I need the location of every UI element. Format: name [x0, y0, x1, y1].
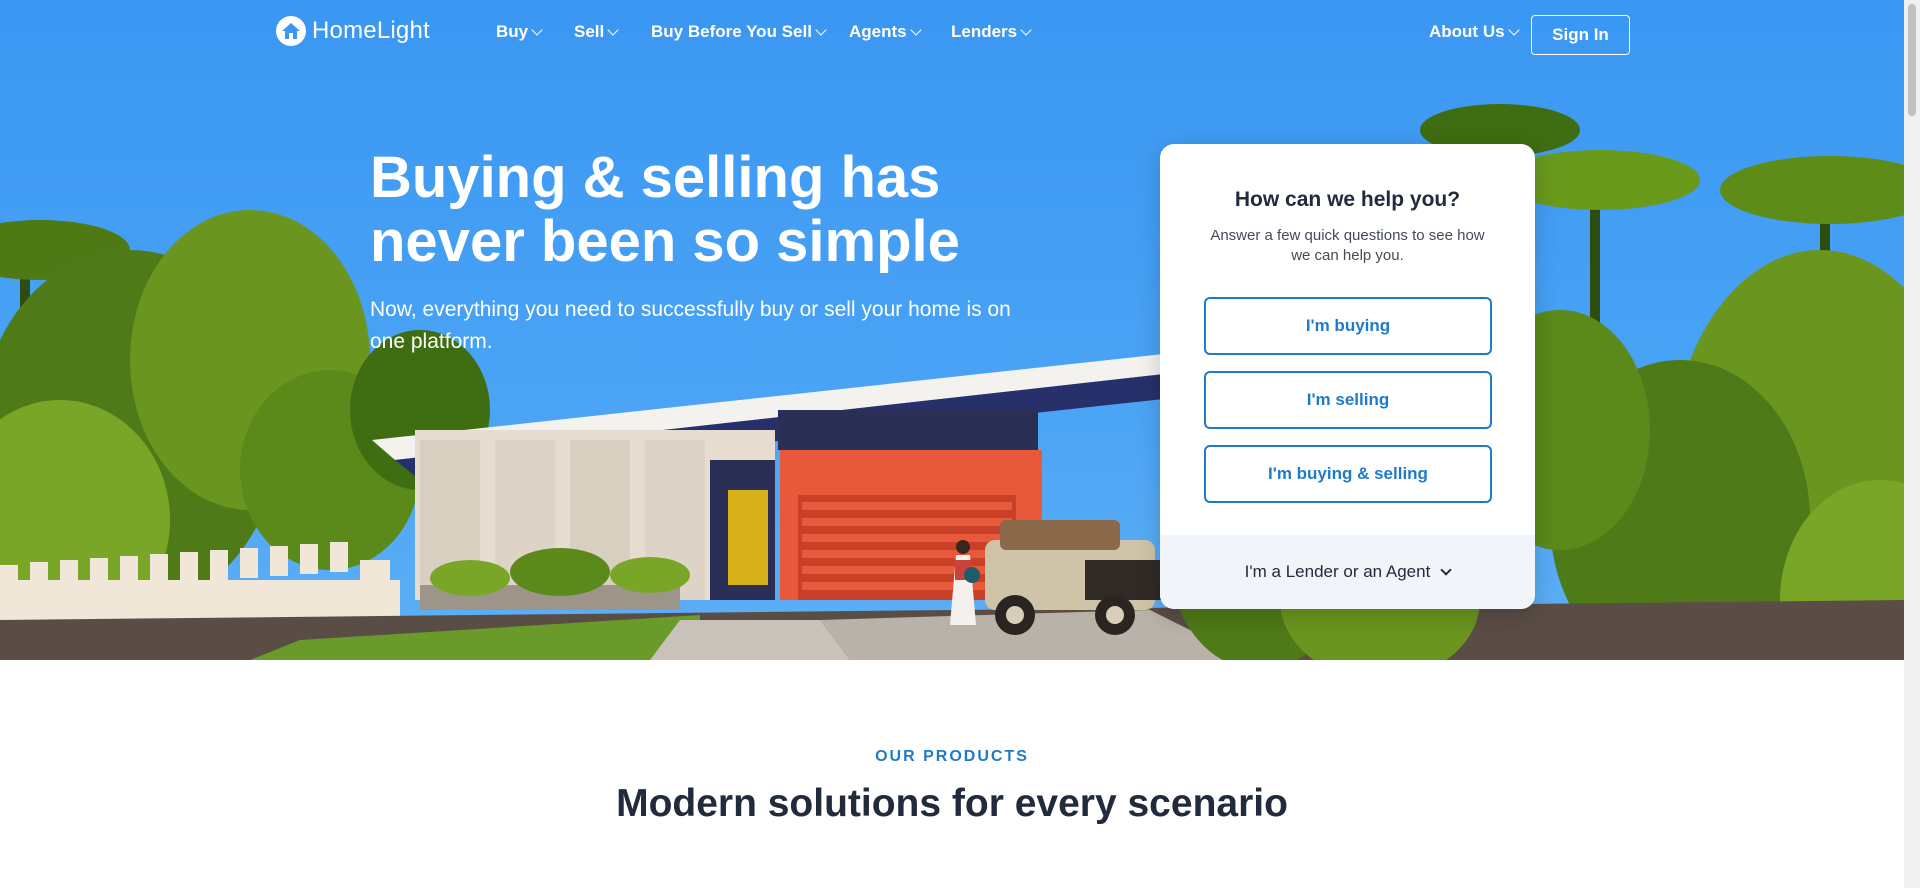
nav-item-label: Sell: [574, 22, 605, 41]
chevron-down-icon: [1507, 24, 1520, 36]
help-card: How can we help you? Answer a few quick …: [1160, 144, 1535, 609]
hero-headline: Buying & selling has never been so simpl…: [370, 146, 1010, 274]
front-door: [728, 490, 768, 585]
lender-agent-toggle[interactable]: I'm a Lender or an Agent: [1160, 535, 1535, 609]
nav-item-lenders[interactable]: Lenders: [951, 22, 1032, 42]
chevron-down-icon: [1440, 564, 1452, 576]
nav-item-sell[interactable]: Sell: [574, 22, 619, 42]
chevron-down-icon: [909, 24, 922, 36]
chevron-down-icon: [1020, 24, 1032, 36]
homelight-logo[interactable]: HomeLight: [276, 16, 430, 46]
help-card-description: Answer a few quick questions to see how …: [1210, 227, 1485, 264]
nav-item-label: Agents: [849, 22, 907, 41]
im-buying-and-selling-button[interactable]: I'm buying & selling: [1204, 445, 1492, 503]
nav-item-label: Buy Before You Sell: [651, 22, 812, 41]
sign-in-button[interactable]: Sign In: [1531, 15, 1630, 55]
page-scrollbar[interactable]: [1904, 0, 1920, 888]
logo-text: HomeLight: [312, 17, 430, 44]
products-title: Modern solutions for every scenario: [616, 782, 1288, 825]
chevron-down-icon: [815, 24, 827, 36]
headline-line-1: Buying & selling has: [370, 145, 941, 210]
headline-line-2: never been so simple: [370, 209, 960, 274]
chevron-down-icon: [531, 24, 543, 36]
help-card-title: How can we help you?: [1234, 188, 1461, 211]
top-navigation: HomeLight Buy Sell Buy Before You Sell A…: [0, 0, 1904, 68]
house-logo-icon: [276, 16, 306, 46]
nav-item-agents[interactable]: Agents: [849, 22, 922, 42]
hero-subhead: Now, everything you need to successfully…: [370, 298, 1011, 353]
nav-item-label: Lenders: [951, 22, 1018, 41]
scrollbar-thumb[interactable]: [1908, 4, 1916, 116]
nav-item-buy-before-you-sell[interactable]: Buy Before You Sell: [651, 22, 827, 42]
im-buying-button[interactable]: I'm buying: [1204, 297, 1492, 355]
nav-item-label: About Us: [1429, 22, 1505, 41]
im-selling-button[interactable]: I'm selling: [1204, 371, 1492, 429]
lender-agent-label: I'm a Lender or an Agent: [1244, 562, 1431, 581]
nav-item-about-us[interactable]: About Us: [1429, 22, 1520, 42]
nav-item-buy[interactable]: Buy: [496, 22, 543, 42]
page: HomeLight Buy Sell Buy Before You Sell A…: [0, 0, 1904, 888]
nav-item-label: Buy: [496, 22, 529, 41]
hero-section: HomeLight Buy Sell Buy Before You Sell A…: [0, 0, 1904, 660]
chevron-down-icon: [607, 24, 619, 36]
products-eyebrow: OUR PRODUCTS: [875, 748, 1029, 765]
